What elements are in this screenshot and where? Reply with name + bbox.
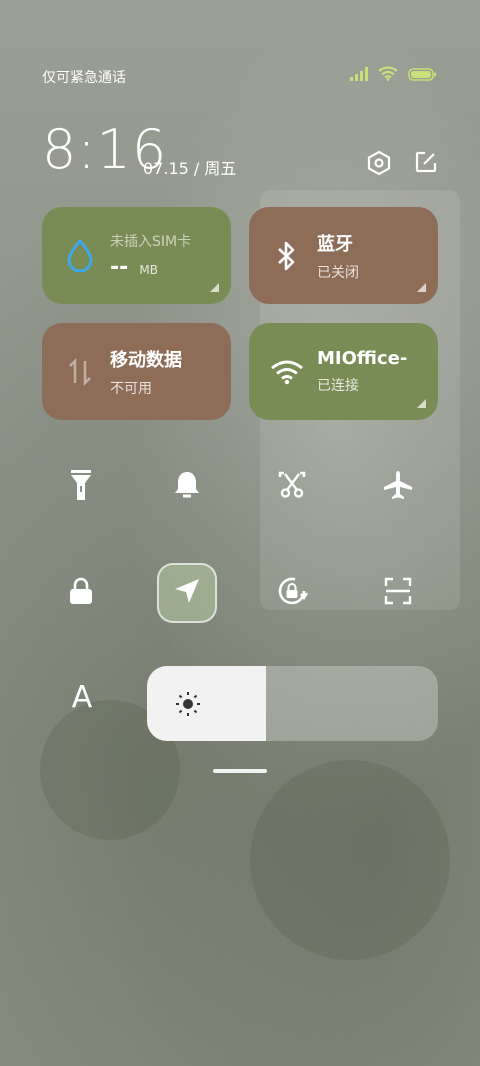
collapse-handle[interactable] [213,769,267,773]
wallpaper-shadow [250,760,450,960]
tile-data-usage[interactable]: 未插入SIM卡 -- MB [42,207,231,304]
toggle-screenshot[interactable] [262,457,322,517]
tile-wifi-status: 已连接 [317,378,359,394]
tile-bluetooth-title: 蓝牙 [317,233,353,255]
tile-mobile-data[interactable]: 移动数据 不可用 [42,323,231,420]
expand-corner-icon [210,283,219,292]
wifi-icon [378,66,398,85]
settings-icon[interactable] [366,150,392,180]
tile-mobile-data-status: 不可用 [110,380,152,397]
bell-icon [173,470,201,504]
expand-corner-icon [417,399,426,408]
signal-icon [350,66,368,85]
carrier-text: 仅可紧急通话 [42,70,126,86]
status-icons [350,66,436,85]
wifi-icon [267,352,307,392]
sun-icon [175,691,201,721]
toggle-rotation-lock[interactable] [262,563,322,623]
flashlight-icon [70,469,92,505]
water-drop-icon [60,236,100,276]
toggle-scanner[interactable] [368,563,428,623]
brightness-fill [147,666,267,741]
battery-icon [408,66,436,85]
edit-icon[interactable] [414,150,438,180]
toggle-airplane-mode[interactable] [368,457,428,517]
bluetooth-icon [267,236,307,276]
airplane-icon [383,470,413,504]
scissors-icon [278,471,306,503]
scan-icon [384,577,412,609]
font-size-button[interactable]: A [62,680,102,715]
expand-corner-icon [417,283,426,292]
data-arrows-icon [60,352,100,392]
tile-data-usage-value: -- [110,255,129,280]
header-actions [366,150,438,180]
toggle-lock-screen[interactable] [51,563,111,623]
tile-data-usage-title: 未插入SIM卡 [110,234,192,250]
tile-wifi[interactable]: MIOffice- 已连接 [249,323,438,420]
toggle-flashlight[interactable] [51,457,111,517]
tile-wifi-title: MIOffice- [317,348,408,369]
tile-mobile-data-title: 移动数据 [110,349,182,371]
toggle-ringer[interactable] [157,457,217,517]
status-bar: 仅可紧急通话 [0,0,480,110]
tile-bluetooth[interactable]: 蓝牙 已关闭 [249,207,438,304]
toggle-location[interactable] [157,563,217,623]
location-arrow-icon [173,577,201,609]
tile-bluetooth-status: 已关闭 [317,264,359,281]
lock-icon [69,577,93,609]
date-text: 07.15 / 周五 [143,159,237,178]
tile-data-usage-unit: MB [139,263,158,277]
brightness-slider[interactable] [147,666,438,741]
rotation-lock-icon [275,574,309,612]
